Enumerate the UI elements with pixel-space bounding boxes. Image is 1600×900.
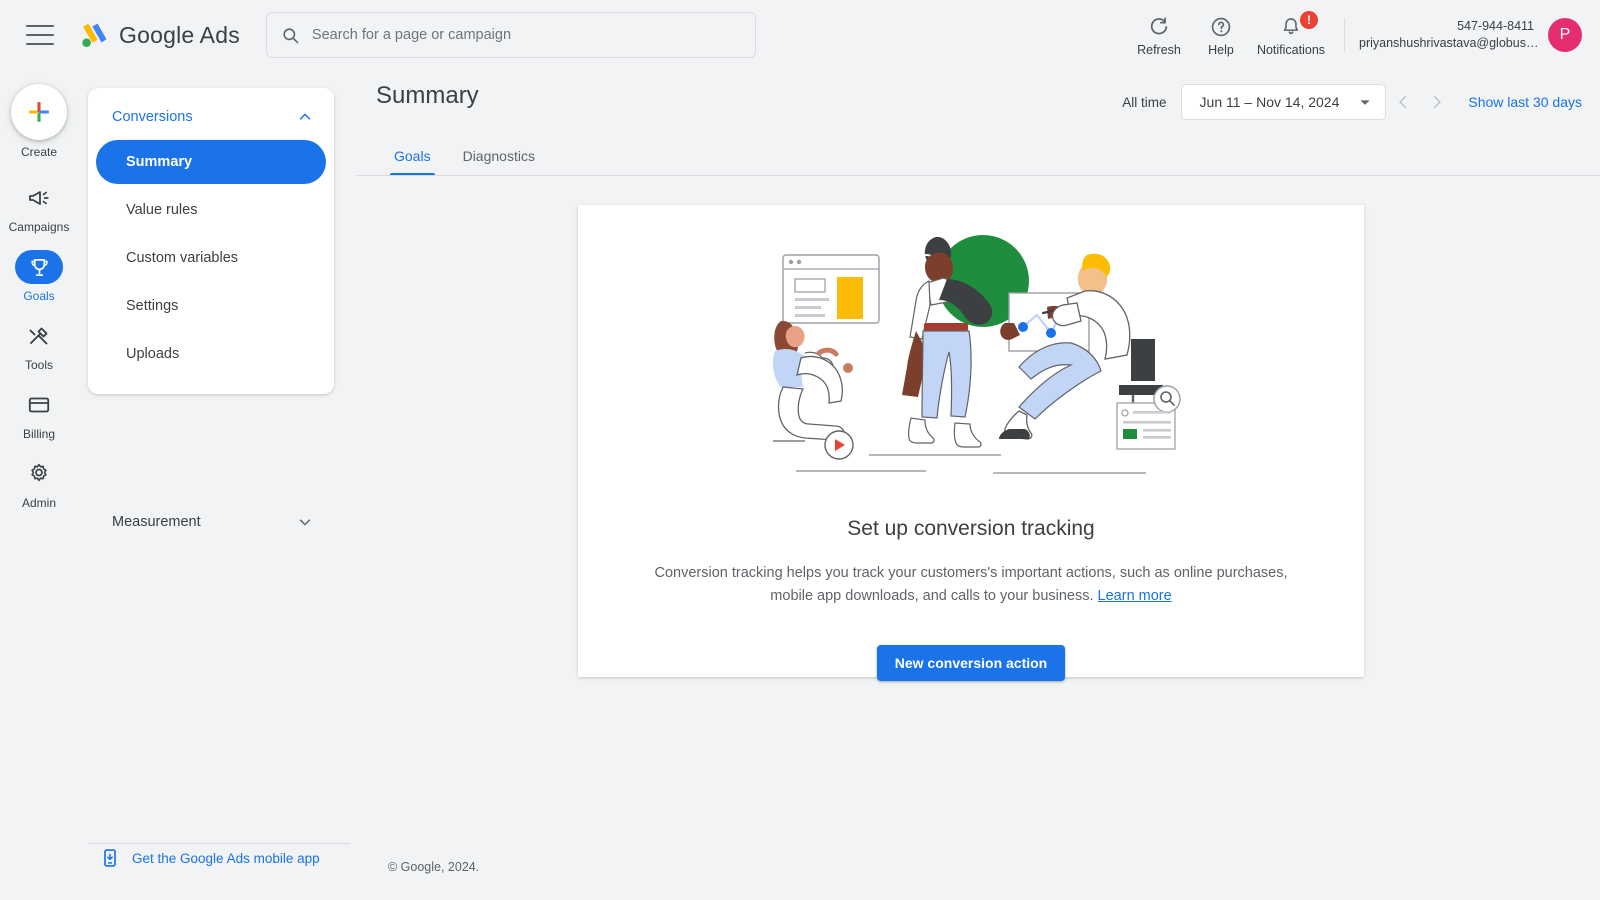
chevron-down-icon <box>1361 100 1370 105</box>
top-bar-actions: Refresh Help ! Notifications 547-944-841… <box>1128 0 1600 70</box>
create-fab <box>11 84 67 140</box>
empty-state-card: Set up conversion tracking Conversion tr… <box>578 205 1364 681</box>
goals-pill <box>15 250 63 284</box>
search-bar[interactable] <box>265 12 756 58</box>
brand-title: Google Ads <box>119 21 240 48</box>
account-email: priyanshushrivastava@globus… <box>1359 36 1539 50</box>
nav-item-uploads[interactable]: Uploads <box>96 332 326 376</box>
create-label: Create <box>20 145 58 159</box>
new-conversion-action-button[interactable]: New conversion action <box>876 645 1066 681</box>
chevron-down-icon <box>299 519 311 526</box>
google-ads-logo[interactable]: Google Ads <box>76 18 240 52</box>
tab-goals[interactable]: Goals <box>378 148 447 176</box>
sidebar-item-tools[interactable]: Tools <box>0 319 78 372</box>
show-last-30-days-link[interactable]: Show last 30 days <box>1468 94 1582 110</box>
notifications-badge: ! <box>1300 10 1318 29</box>
hamburger-menu-icon[interactable] <box>26 25 54 45</box>
tab-label: Diagnostics <box>462 148 535 164</box>
refresh-button[interactable]: Refresh <box>1128 14 1190 57</box>
help-circle-icon <box>1210 14 1232 40</box>
create-button[interactable]: Create <box>0 84 78 159</box>
sidebar-item-billing[interactable]: Billing <box>0 388 78 441</box>
tab-bar: Goals Diagnostics <box>378 130 551 176</box>
next-period-button[interactable] <box>1420 85 1454 119</box>
help-button[interactable]: Help <box>1190 14 1252 57</box>
nav-section-measurement[interactable]: Measurement <box>88 500 334 544</box>
bell-icon <box>1280 14 1302 40</box>
billing-label: Billing <box>22 427 55 441</box>
empty-state-description: Conversion tracking helps you track your… <box>648 562 1294 608</box>
date-range-value: Jun 11 – Nov 14, 2024 <box>1199 94 1340 110</box>
sidebar-item-goals[interactable]: Goals <box>0 250 78 303</box>
date-range-picker[interactable]: Jun 11 – Nov 14, 2024 <box>1180 84 1387 120</box>
megaphone-icon <box>29 191 49 205</box>
secondary-nav-panel: Conversions Summary Value rules Custom v… <box>88 88 334 394</box>
account-info[interactable]: 547-944-8411 priyanshushrivastava@globus… <box>1359 18 1539 52</box>
all-time-label: All time <box>1122 94 1167 110</box>
copyright-text: © Google, 2024. <box>388 860 480 874</box>
nav-item-label: Value rules <box>126 202 198 218</box>
main-content: Summary All time Jun 11 – Nov 14, 2024 S… <box>356 70 1600 900</box>
nav-section-title: Measurement <box>112 514 201 530</box>
google-ads-mark-icon <box>82 23 107 48</box>
nav-item-label: Uploads <box>126 346 180 362</box>
tools-label: Tools <box>24 358 53 372</box>
campaigns-label: Campaigns <box>8 220 70 234</box>
refresh-icon <box>1148 14 1170 40</box>
chevron-right-icon <box>1434 96 1442 108</box>
page-title: Summary <box>376 82 479 109</box>
nav-section-conversions[interactable]: Conversions <box>88 96 334 136</box>
mobile-app-link[interactable]: Get the Google Ads mobile app <box>100 848 320 868</box>
nav-item-summary[interactable]: Summary <box>96 140 326 184</box>
empty-state-description-text: Conversion tracking helps you track your… <box>654 565 1288 605</box>
admin-pill <box>15 457 63 491</box>
tools-pill <box>15 319 63 353</box>
empty-state-title: Set up conversion tracking <box>847 517 1095 540</box>
search-icon <box>283 27 299 43</box>
help-label: Help <box>1208 42 1234 57</box>
sidebar-item-admin[interactable]: Admin <box>0 457 78 510</box>
account-phone: 547-944-8411 <box>1457 19 1534 34</box>
nav-item-label: Settings <box>126 298 179 314</box>
tools-icon <box>29 327 48 345</box>
goals-label: Goals <box>23 289 55 303</box>
billing-pill <box>15 388 63 422</box>
admin-label: Admin <box>21 496 56 510</box>
mobile-download-icon <box>104 849 116 867</box>
header-divider <box>1344 18 1345 52</box>
previous-period-button[interactable] <box>1386 85 1420 119</box>
footer-divider <box>88 843 350 844</box>
date-range-bar: All time Jun 11 – Nov 14, 2024 Show last… <box>1122 84 1582 120</box>
nav-item-label: Custom variables <box>126 250 239 266</box>
conversion-tracking-illustration <box>773 235 1181 474</box>
search-input[interactable] <box>311 27 732 43</box>
notifications-label: Notifications <box>1256 42 1326 57</box>
mobile-app-label: Get the Google Ads mobile app <box>132 850 320 866</box>
learn-more-link[interactable]: Learn more <box>1098 588 1172 604</box>
nav-item-settings[interactable]: Settings <box>96 284 326 328</box>
chevron-left-icon <box>1399 96 1407 108</box>
notifications-button[interactable]: ! Notifications <box>1252 10 1330 57</box>
campaigns-pill <box>15 181 63 215</box>
empty-state-cta-wrap: New conversion action <box>578 645 1364 681</box>
left-nav-rail: Create Campaigns Goals Tools Billing Adm… <box>0 70 78 900</box>
avatar[interactable]: P <box>1548 18 1582 52</box>
chevron-up-icon <box>299 113 311 120</box>
tab-label: Goals <box>394 148 431 164</box>
credit-card-icon <box>28 397 50 413</box>
nav-item-label: Summary <box>126 154 193 170</box>
top-bar: Google Ads Refresh <box>0 0 1600 70</box>
nav-item-custom-variables[interactable]: Custom variables <box>96 236 326 280</box>
trophy-icon <box>30 258 48 276</box>
nav-section-title: Conversions <box>112 109 193 125</box>
tab-bar-divider <box>356 175 1600 176</box>
refresh-label: Refresh <box>1137 42 1181 57</box>
gear-icon <box>31 463 47 482</box>
nav-item-value-rules[interactable]: Value rules <box>96 188 326 232</box>
sidebar-item-campaigns[interactable]: Campaigns <box>0 181 78 234</box>
tab-diagnostics[interactable]: Diagnostics <box>447 148 551 176</box>
plus-icon <box>29 102 49 122</box>
